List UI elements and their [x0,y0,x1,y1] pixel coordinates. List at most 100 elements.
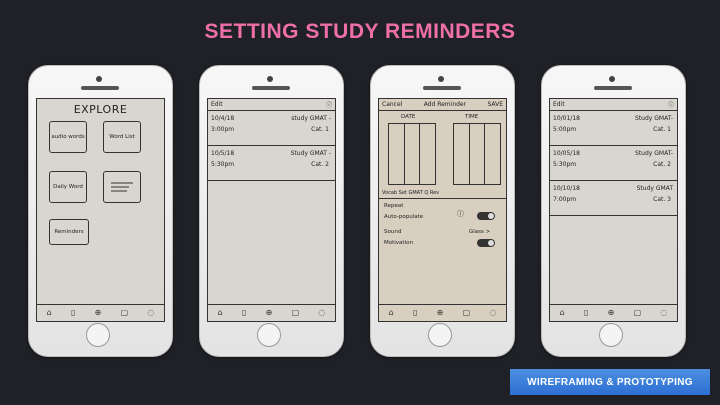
phone-updated-list: Edit ⓘ 10/01/18 5:00pm Study GMAT- Cat. … [541,65,686,357]
reminder-title: Study GMAT- [635,150,673,157]
reminder-category: Cat. 2 [653,161,671,168]
audio-words-tile[interactable]: audio words [49,121,87,153]
cancel-button[interactable]: Cancel [382,101,402,108]
camera [267,76,273,82]
reminder-row[interactable]: 10/10/18 7:00pm Study GMAT Cat. 3 [550,181,677,216]
chat-icon[interactable]: ◌ [660,309,667,317]
camera [96,76,102,82]
camera [438,76,444,82]
page-title: SETTING STUDY REMINDERS [204,20,516,43]
reminder-time: 5:30pm [211,161,235,168]
home-icon[interactable]: ⌂ [218,309,223,317]
speaker [423,86,461,90]
top-bar: Edit ⓘ [550,99,677,111]
document-icon[interactable]: ▢ [634,309,642,317]
book-icon[interactable]: ▯ [242,309,246,317]
book-icon[interactable]: ▯ [413,309,417,317]
reminder-title: study GMAT - [291,115,331,122]
reminder-row[interactable]: 10/01/18 5:00pm Study GMAT- Cat. 1 [550,111,677,146]
speaker [594,86,632,90]
tab-bar: ⌂ ▯ ⊕ ▢ ◌ [379,304,506,321]
auto-populate-toggle[interactable] [477,212,495,220]
chat-icon[interactable]: ◌ [489,309,496,317]
repeat-label: Repeat [384,203,404,209]
document-icon[interactable]: ▢ [121,309,129,317]
time-label: TIME [465,114,479,120]
motivation-toggle[interactable] [477,239,495,247]
reminder-time: 5:00pm [553,126,577,133]
plus-icon[interactable]: ⊕ [266,309,273,317]
reminder-row[interactable]: 10/5/18 5:30pm Study GMAT - Cat. 2 [208,146,335,181]
daily-word-tile[interactable]: Daily Word [49,171,87,203]
reminder-date: 10/10/18 [553,185,580,192]
chat-icon[interactable]: ◌ [318,309,325,317]
date-picker[interactable] [388,123,436,185]
reminder-date: 10/5/18 [211,150,235,157]
motivation-label: Motivation [384,240,413,246]
phone-explore: EXPLORE audio words Word List Daily Word… [28,65,173,357]
word-list-tile[interactable]: Word List [103,121,141,153]
top-bar: Cancel Add Reminder SAVE [379,99,506,111]
speaker [81,86,119,90]
reminder-category: Cat. 1 [311,126,329,133]
reminder-title: Study GMAT - [290,150,331,157]
phone-add-reminder: Cancel Add Reminder SAVE DATE TIME Vocab… [370,65,515,357]
tab-bar: ⌂ ▯ ⊕ ▢ ◌ [550,304,677,321]
chat-icon[interactable]: ◌ [147,309,154,317]
reminder-row[interactable]: 10/05/18 5:30pm Study GMAT- Cat. 2 [550,146,677,181]
notes-tile[interactable] [103,171,141,203]
home-button[interactable] [428,323,452,347]
home-button[interactable] [257,323,281,347]
reminder-category: Cat. 1 [653,126,671,133]
home-button[interactable] [599,323,623,347]
speaker [252,86,290,90]
book-icon[interactable]: ▯ [71,309,75,317]
save-button[interactable]: SAVE [487,101,503,108]
add-reminder-heading: Add Reminder [423,101,467,108]
document-icon[interactable]: ▢ [292,309,300,317]
phone-reminder-list: Edit ⓘ 10/4/18 3:00pm study GMAT - Cat. … [199,65,344,357]
info-icon[interactable]: ⓘ [326,100,332,109]
info-icon[interactable]: ⓘ [668,100,674,109]
reminder-date: 10/05/18 [553,150,580,157]
reminder-category: Cat. 2 [311,161,329,168]
top-bar: Edit ⓘ [208,99,335,111]
updated-list-screen: Edit ⓘ 10/01/18 5:00pm Study GMAT- Cat. … [549,98,678,322]
document-icon[interactable]: ▢ [463,309,471,317]
camera [609,76,615,82]
category-options[interactable]: Vocab Set GMAT Q Rev [382,190,439,196]
reminder-title: Study GMAT [636,185,673,192]
add-reminder-screen: Cancel Add Reminder SAVE DATE TIME Vocab… [378,98,507,322]
plus-icon[interactable]: ⊕ [437,309,444,317]
explore-screen: EXPLORE audio words Word List Daily Word… [36,98,165,322]
sound-label: Sound [384,229,402,235]
divider [379,198,506,199]
info-icon[interactable]: ⓘ [457,209,464,219]
reminder-time: 5:30pm [553,161,577,168]
lines-icon [111,182,133,192]
time-picker[interactable] [453,123,501,185]
reminder-title: Study GMAT- [635,115,673,122]
reminders-tile[interactable]: Reminders [49,219,89,245]
edit-button[interactable]: Edit [553,101,565,108]
home-button[interactable] [86,323,110,347]
home-icon[interactable]: ⌂ [389,309,394,317]
home-icon[interactable]: ⌂ [47,309,52,317]
reminder-row[interactable]: 10/4/18 3:00pm study GMAT - Cat. 1 [208,111,335,146]
auto-populate-label: Auto-populate [384,214,424,220]
date-label: DATE [401,114,416,120]
section-badge: WIREFRAMING & PROTOTYPING [510,369,710,395]
reminder-list-screen: Edit ⓘ 10/4/18 3:00pm study GMAT - Cat. … [207,98,336,322]
tab-bar: ⌂ ▯ ⊕ ▢ ◌ [37,304,164,321]
reminder-date: 10/01/18 [553,115,580,122]
reminder-time: 7:00pm [553,196,577,203]
reminder-category: Cat. 3 [653,196,671,203]
sound-value[interactable]: Glass > [469,229,490,235]
edit-button[interactable]: Edit [211,101,223,108]
tab-bar: ⌂ ▯ ⊕ ▢ ◌ [208,304,335,321]
home-icon[interactable]: ⌂ [560,309,565,317]
explore-header: EXPLORE [73,103,128,116]
plus-icon[interactable]: ⊕ [608,309,615,317]
plus-icon[interactable]: ⊕ [95,309,102,317]
book-icon[interactable]: ▯ [584,309,588,317]
